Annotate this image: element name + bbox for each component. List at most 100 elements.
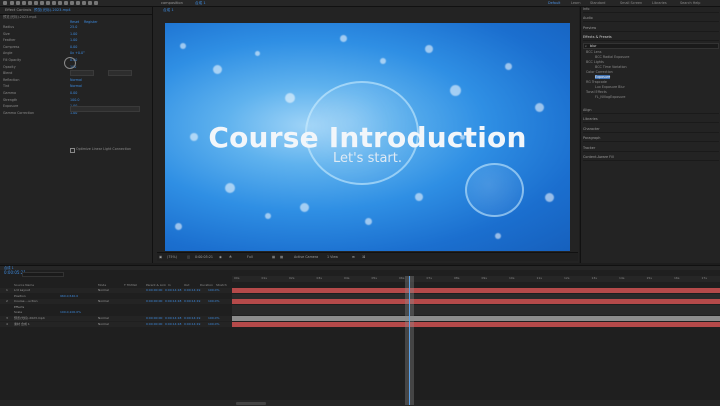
optimize-checkbox[interactable] (70, 148, 75, 153)
timeline-column-header[interactable]: Source Name (14, 283, 34, 287)
timeline-layer-row[interactable]: 1 Lrd Layout Normal 0:00:00:00 0:00:14:18 0:0… (0, 288, 232, 293)
effect-prop-value[interactable]: Normal (70, 78, 82, 82)
workspace-small-screen[interactable]: Small Screen (620, 1, 642, 5)
effect-preset-item[interactable]: Lux Exposure Blur (595, 85, 625, 89)
effect-controls-comp-name[interactable]: 预览(光标).2023.mp4 (34, 8, 71, 13)
effect-group-folder[interactable]: RG Trapcode (586, 80, 607, 84)
layer-duration-bar[interactable] (232, 316, 720, 321)
layer-duration-bar[interactable] (232, 321, 720, 327)
puppet-tool-icon[interactable] (88, 1, 92, 5)
panel-tab-paragraph[interactable]: Paragraph (583, 136, 719, 143)
selection-tool-icon[interactable] (10, 1, 14, 5)
flowchart-icon[interactable]: ⌘ (362, 255, 365, 260)
effect-preset-item[interactable]: BCC Time Variation (595, 65, 627, 69)
pen-tool-icon[interactable] (52, 1, 56, 5)
timeline-column-header[interactable]: Stretch (216, 283, 227, 287)
effect-prop-value[interactable]: 0x +0.0° (70, 51, 85, 55)
type-tool-icon[interactable] (58, 1, 62, 5)
clone-tool-icon[interactable] (70, 1, 74, 5)
blend-dropdown[interactable] (70, 70, 94, 76)
tab-info[interactable]: Info (583, 7, 719, 13)
effects-search-input[interactable]: ⌕ blur (583, 43, 719, 49)
region-icon[interactable]: ▦ (272, 255, 275, 260)
viewer-timecode[interactable]: 0:00:05:21 (195, 255, 213, 260)
snapshot-icon[interactable]: ◫ (187, 255, 190, 260)
tab-audio[interactable]: Audio (583, 16, 719, 22)
star-tool-icon[interactable] (94, 1, 98, 5)
zoom-slider[interactable] (236, 401, 266, 405)
timeline-search-input[interactable] (22, 272, 64, 277)
timeline-column-header[interactable]: In (168, 283, 171, 287)
rotate-tool-icon[interactable] (28, 1, 32, 5)
panel-tab-align[interactable]: Align (583, 108, 719, 114)
effect-preset-item[interactable]: FL_NVlogExposure (595, 95, 625, 99)
timeline-column-header[interactable]: Out (184, 283, 189, 287)
timeline-column-header[interactable]: Parent & Link (146, 283, 166, 287)
always-preview-icon[interactable]: ▣ (159, 255, 162, 260)
roto-tool-icon[interactable] (82, 1, 86, 5)
panel-tab-content-aware-fill[interactable]: Content-Aware Fill (583, 155, 719, 161)
reflection-dropdown[interactable] (70, 106, 140, 112)
effect-prop-value[interactable]: 100.0 (70, 98, 79, 102)
timeline-layer-row[interactable]: 4 素材 合成 1 Normal 0:00:00:00 0:00:14:18 0:00:1… (0, 321, 232, 327)
source-dropdown[interactable] (108, 70, 132, 76)
effect-prop-value[interactable]: Normal (70, 84, 82, 88)
angle-dial[interactable] (64, 57, 76, 69)
grid-icon[interactable]: ▩ (280, 255, 283, 260)
time-ruler[interactable]: 00s 01s 02s 03s 04s 05s 06s 07s 08s 09s 10s 11s 12s 1… (232, 276, 720, 282)
panel-tab-character[interactable]: Character (583, 127, 719, 133)
reset-link[interactable]: Reset (70, 20, 79, 24)
pan-tool-icon[interactable] (40, 1, 44, 5)
effect-group-folder[interactable]: Color Correction (586, 70, 613, 74)
tab-preview[interactable]: Preview (583, 26, 719, 32)
zoom-dropdown[interactable]: (75%) (167, 255, 177, 260)
timeline-column-header[interactable]: T TrkMat (124, 283, 137, 287)
tab-effect-controls[interactable]: Effect Controls (5, 8, 31, 13)
timeline-layer-row[interactable]: 3 预览(光标).2023.mp4 Normal 0:00:00:00 0:00:14:… (0, 316, 232, 321)
effect-preset-item[interactable]: Exposure (595, 75, 611, 79)
tab-composition[interactable]: composition (161, 1, 183, 6)
home-icon[interactable] (3, 1, 7, 5)
register-link[interactable]: Register (84, 20, 98, 24)
views-dropdown[interactable]: 1 View (327, 255, 338, 260)
timeline-layer-row[interactable]: Effects (0, 304, 232, 310)
effect-preset-item[interactable]: BCC Radial Exposure (595, 55, 629, 59)
effect-group-folder[interactable]: BCC Lens (586, 50, 601, 54)
brush-tool-icon[interactable] (64, 1, 68, 5)
camera-view-dropdown[interactable]: Active Camera (294, 255, 318, 260)
current-time-indicator[interactable] (405, 276, 414, 405)
layer-property-value[interactable]: 960.0,540.0 (60, 294, 78, 299)
resolution-dropdown[interactable]: Full (247, 255, 253, 260)
effect-prop-value[interactable]: 25.0 (70, 25, 77, 29)
composition-viewer[interactable]: Course Introduction Let's start. (165, 23, 570, 251)
layer-duration-bar[interactable] (232, 288, 720, 293)
timeline-column-header[interactable]: Mode (98, 283, 106, 287)
workspace-standard[interactable]: Standard (590, 1, 605, 5)
panel-tab-tracker[interactable]: Tracker (583, 146, 719, 152)
zoom-tool-icon[interactable] (22, 1, 26, 5)
panel-tab-libraries[interactable]: Libraries (583, 117, 719, 124)
effect-prop-value[interactable]: 1.00 (70, 32, 77, 36)
timeline-layer-row[interactable]: Scale 100.0,100.0% (0, 310, 232, 316)
search-help[interactable]: Search Help (680, 1, 700, 5)
timeline-column-header[interactable]: Duration (200, 283, 213, 287)
comp-tab-name[interactable]: 合成 1 (195, 1, 206, 6)
effect-group-folder[interactable]: Tonal Effects (586, 90, 607, 94)
timeline-layer-row[interactable]: Position 960.0,540.0 (0, 293, 232, 299)
workspace-libraries[interactable]: Libraries (652, 1, 667, 5)
timeline-layer-row[interactable]: 2 Course ...uction Normal 0:00:00:00 0:00:14… (0, 299, 232, 305)
timeline-comp-tab[interactable]: 合成 1 (4, 266, 14, 270)
view-options-icon[interactable]: ⊞ (352, 255, 355, 260)
mask-tool-icon[interactable] (46, 1, 50, 5)
effect-group-folder[interactable]: BCC Lights (586, 60, 604, 64)
effect-prop-value[interactable]: 0.00 (70, 91, 77, 95)
layer-property-value[interactable]: 100.0,100.0% (60, 310, 81, 315)
tab-effects-presets[interactable]: Effects & Presets (583, 35, 719, 41)
camera-icon[interactable]: ◉ (219, 255, 222, 260)
eraser-tool-icon[interactable] (76, 1, 80, 5)
effect-prop-value[interactable]: 0.00 (70, 45, 77, 49)
camera-tool-icon[interactable] (34, 1, 38, 5)
layer-duration-bar[interactable] (232, 299, 720, 305)
hand-tool-icon[interactable] (16, 1, 20, 5)
comp-breadcrumb[interactable]: 合成 1 (163, 8, 174, 13)
